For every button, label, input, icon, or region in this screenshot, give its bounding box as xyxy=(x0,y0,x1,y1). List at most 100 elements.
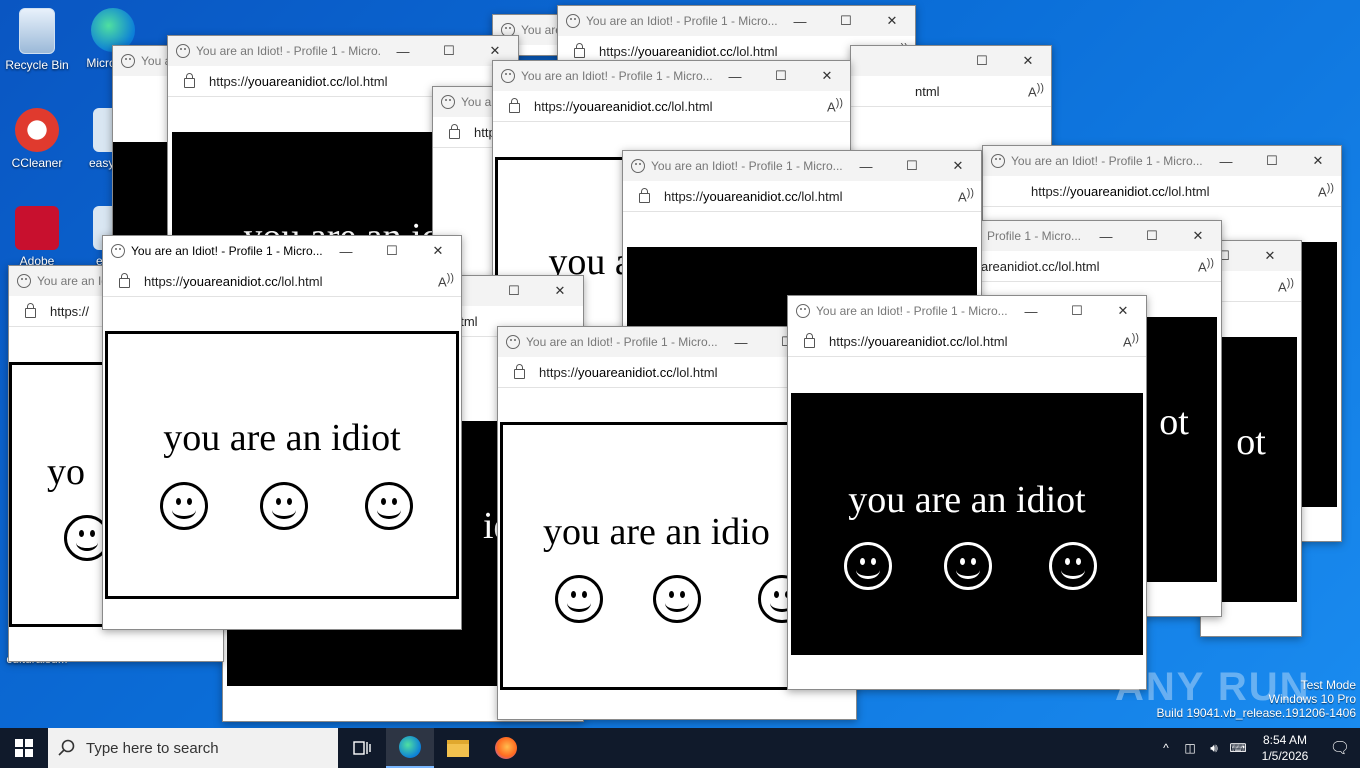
taskbar-file-explorer[interactable] xyxy=(434,728,482,768)
maximize-button[interactable]: ☐ xyxy=(1054,303,1100,319)
minimize-button[interactable]: — xyxy=(843,159,889,174)
close-button[interactable]: ✕ xyxy=(1175,228,1221,244)
minimize-button[interactable]: — xyxy=(1083,229,1129,244)
lock-icon xyxy=(574,43,585,58)
anyrun-watermark: ANY RUN xyxy=(1115,665,1311,709)
title-bar[interactable]: You are an Idiot! - Profile 1 - Micro...… xyxy=(623,151,981,181)
title-bar[interactable]: You are an Idiot! - Profile 1 - Micro...… xyxy=(103,236,461,266)
url-text[interactable]: https://youareanidiot.cc/lol.html xyxy=(599,44,885,59)
taskbar-search-box[interactable]: Type here to search xyxy=(48,728,338,768)
maximize-button[interactable]: ☐ xyxy=(1249,153,1295,169)
address-bar[interactable]: https://youareanidiot.cc/lol.html A)) xyxy=(493,91,850,122)
popup-window[interactable]: ☐ ✕ ntml A)) xyxy=(850,45,1052,157)
popup-window[interactable]: You are an Idiot! - Profile 1 - Micro...… xyxy=(102,235,462,630)
url-text[interactable]: https://youareanidiot.cc/lol.html xyxy=(983,184,1311,199)
lock-icon xyxy=(509,98,520,113)
smiley-favicon-icon xyxy=(441,95,455,109)
close-button[interactable]: ✕ xyxy=(415,243,461,259)
url-text[interactable]: https://youareanidiot.cc/lol.html xyxy=(829,334,1116,349)
smiley-favicon-icon xyxy=(796,304,810,318)
close-button[interactable]: ✕ xyxy=(1247,248,1293,264)
desktop-icon-adobe[interactable]: Adobe xyxy=(1,206,73,268)
read-aloud-icon[interactable]: A)) xyxy=(431,272,461,289)
volume-icon[interactable]: 🔊︎ xyxy=(1202,741,1226,756)
idiot-message: you are an idiot xyxy=(848,479,1086,521)
url-text[interactable]: https://youareanidiot.cc/lol.html xyxy=(534,99,820,114)
address-bar[interactable]: ntml A)) xyxy=(851,76,1051,107)
task-view-icon xyxy=(353,741,371,755)
url-text[interactable]: areanidiot.cc/lol.html xyxy=(981,259,1191,274)
title-bar[interactable]: You are an Idiot! - Profile 1 - Micro...… xyxy=(558,6,915,36)
desktop-icon-recycle-bin[interactable]: Recycle Bin xyxy=(1,8,73,72)
title-bar[interactable]: You are an Idiot! - Profile 1 - Micro...… xyxy=(983,146,1341,176)
maximize-button[interactable]: ☐ xyxy=(491,283,537,299)
close-button[interactable]: ✕ xyxy=(1295,153,1341,169)
title-bar[interactable]: You are an Idiot! - Profile 1 - Micro...… xyxy=(493,61,850,91)
maximize-button[interactable]: ☐ xyxy=(758,68,804,84)
idiot-panel: you are an idiot xyxy=(791,393,1143,655)
read-aloud-icon[interactable]: A)) xyxy=(1311,182,1341,199)
lock-icon xyxy=(639,188,650,203)
close-button[interactable]: ✕ xyxy=(935,158,981,174)
windows-logo-icon xyxy=(15,739,33,757)
task-view-button[interactable] xyxy=(338,728,386,768)
notifications-icon[interactable]: 🗨︎ xyxy=(1320,738,1360,758)
maximize-button[interactable]: ☐ xyxy=(889,158,935,174)
minimize-button[interactable]: — xyxy=(1008,304,1054,319)
title-bar[interactable]: You are an Idiot! - Profile 1 - Micro...… xyxy=(168,36,518,66)
desktop-icon-ccleaner[interactable]: CCleaner xyxy=(1,108,73,170)
keyboard-icon[interactable]: ⌨ xyxy=(1226,741,1250,755)
close-button[interactable]: ✕ xyxy=(1100,303,1146,319)
maximize-button[interactable]: ☐ xyxy=(369,243,415,259)
desktop-icon-label: CCleaner xyxy=(11,156,63,170)
address-bar[interactable]: https://youareanidiot.cc/lol.html A)) xyxy=(983,176,1341,207)
url-text[interactable]: ntml xyxy=(851,84,1021,99)
read-aloud-icon[interactable]: A)) xyxy=(1271,277,1301,294)
popup-window[interactable]: You are an Idiot! - Profile 1 - Micro...… xyxy=(787,295,1147,690)
address-bar[interactable]: areanidiot.cc/lol.html A)) xyxy=(981,251,1221,282)
minimize-button[interactable]: — xyxy=(712,69,758,84)
system-tray: ^ ◫ 🔊︎ ⌨ 8:54 AM 1/5/2026 🗨︎ xyxy=(1154,728,1360,768)
maximize-button[interactable]: ☐ xyxy=(823,13,869,29)
maximize-button[interactable]: ☐ xyxy=(426,43,472,59)
close-button[interactable]: ✕ xyxy=(472,43,518,59)
lock-icon xyxy=(25,303,36,318)
address-bar[interactable]: https://youareanidiot.cc/lol.html A)) xyxy=(623,181,981,212)
title-bar[interactable]: Profile 1 - Micro... — ☐ ✕ xyxy=(981,221,1221,251)
start-button[interactable] xyxy=(0,728,48,768)
smiley-face-icon xyxy=(1049,542,1097,590)
taskbar-firefox[interactable] xyxy=(482,728,530,768)
read-aloud-icon[interactable]: A)) xyxy=(951,187,981,204)
title-bar[interactable]: ☐ ✕ xyxy=(851,46,1051,76)
smiley-favicon-icon xyxy=(176,44,190,58)
network-icon[interactable]: ◫ xyxy=(1178,741,1202,755)
maximize-button[interactable]: ☐ xyxy=(1129,228,1175,244)
read-aloud-icon[interactable]: A)) xyxy=(1191,257,1221,274)
maximize-button[interactable]: ☐ xyxy=(959,53,1005,69)
chevron-up-icon[interactable]: ^ xyxy=(1154,741,1178,755)
search-placeholder: Type here to search xyxy=(86,739,219,757)
address-bar[interactable]: https://youareanidiot.cc/lol.html A)) xyxy=(788,326,1146,357)
minimize-button[interactable]: — xyxy=(718,335,764,350)
smiley-face-icon xyxy=(944,542,992,590)
taskbar-edge[interactable] xyxy=(386,728,434,768)
clock[interactable]: 8:54 AM 1/5/2026 xyxy=(1250,732,1320,764)
smiley-favicon-icon xyxy=(991,154,1005,168)
title-bar[interactable]: You are an Idiot! - Profile 1 - Micro...… xyxy=(788,296,1146,326)
close-button[interactable]: ✕ xyxy=(804,68,850,84)
minimize-button[interactable]: — xyxy=(323,244,369,259)
minimize-button[interactable]: — xyxy=(380,44,426,59)
close-button[interactable]: ✕ xyxy=(537,283,583,299)
read-aloud-icon[interactable]: A)) xyxy=(820,97,850,114)
address-bar[interactable]: https://youareanidiot.cc/lol.html A)) xyxy=(103,266,461,297)
minimize-button[interactable]: — xyxy=(777,14,823,29)
url-text[interactable]: https://youareanidiot.cc/lol.html xyxy=(144,274,431,289)
read-aloud-icon[interactable]: A)) xyxy=(1021,82,1051,99)
close-button[interactable]: ✕ xyxy=(869,13,915,29)
read-aloud-icon[interactable]: A)) xyxy=(1116,332,1146,349)
close-button[interactable]: ✕ xyxy=(1005,53,1051,69)
smiley-face-icon xyxy=(844,542,892,590)
smiley-favicon-icon xyxy=(566,14,580,28)
url-text[interactable]: https://youareanidiot.cc/lol.html xyxy=(664,189,951,204)
minimize-button[interactable]: — xyxy=(1203,154,1249,169)
